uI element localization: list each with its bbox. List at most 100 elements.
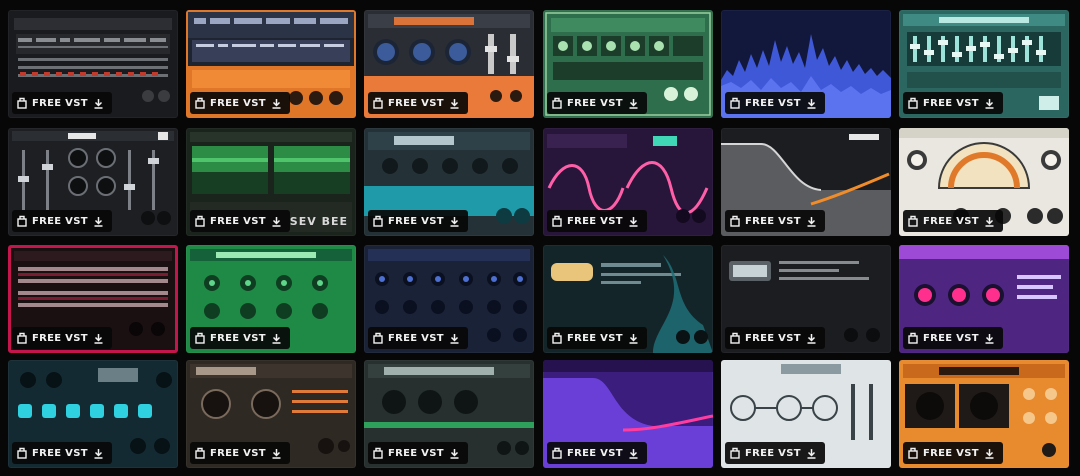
free-vst-badge[interactable]: FREE VST: [903, 327, 1003, 349]
plugin-tile-1[interactable]: FREE VST: [8, 10, 178, 118]
download-icon[interactable]: [93, 333, 104, 344]
badge-label: FREE VST: [32, 447, 88, 459]
free-vst-badge[interactable]: FREE VST: [547, 442, 647, 464]
free-vst-badge[interactable]: FREE VST: [368, 210, 468, 232]
plugin-tile-3[interactable]: FREE VST: [364, 10, 534, 118]
plugin-package-icon: [17, 447, 27, 459]
free-vst-badge[interactable]: FREE VST: [368, 92, 468, 114]
download-icon[interactable]: [806, 216, 817, 227]
download-icon[interactable]: [449, 98, 460, 109]
badge-label: FREE VST: [567, 97, 623, 109]
plugin-package-icon: [908, 332, 918, 344]
download-icon[interactable]: [806, 333, 817, 344]
free-vst-badge[interactable]: FREE VST: [903, 92, 1003, 114]
plugin-tile-17[interactable]: FREE VST: [721, 245, 891, 353]
plugin-package-icon: [195, 97, 205, 109]
download-icon[interactable]: [271, 98, 282, 109]
plugin-tile-12[interactable]: FREE VST: [899, 128, 1069, 236]
plugin-tile-18[interactable]: FREE VST: [899, 245, 1069, 353]
plugin-package-icon: [195, 332, 205, 344]
free-vst-badge[interactable]: FREE VST: [725, 442, 825, 464]
free-vst-badge[interactable]: FREE VST: [547, 92, 647, 114]
tile-caption: SEV BEE: [289, 215, 348, 228]
free-vst-badge[interactable]: FREE VST: [903, 442, 1003, 464]
free-vst-badge[interactable]: FREE VST: [725, 327, 825, 349]
plugin-tile-22[interactable]: FREE VST: [543, 360, 713, 468]
download-icon[interactable]: [449, 333, 460, 344]
plugin-tile-24[interactable]: FREE VST: [899, 360, 1069, 468]
plugin-tile-6[interactable]: FREE VST: [899, 10, 1069, 118]
download-icon[interactable]: [449, 448, 460, 459]
plugin-tile-8[interactable]: FREE VST SEV BEE: [186, 128, 356, 236]
download-icon[interactable]: [628, 98, 639, 109]
plugin-package-icon: [552, 97, 562, 109]
free-vst-badge[interactable]: FREE VST: [547, 327, 647, 349]
free-vst-badge[interactable]: FREE VST: [12, 92, 112, 114]
free-vst-badge[interactable]: FREE VST: [12, 442, 112, 464]
badge-label: FREE VST: [32, 332, 88, 344]
download-icon[interactable]: [93, 216, 104, 227]
plugin-package-icon: [552, 447, 562, 459]
plugin-tile-14[interactable]: FREE VST: [186, 245, 356, 353]
download-icon[interactable]: [984, 98, 995, 109]
plugin-package-icon: [908, 447, 918, 459]
plugin-tile-4[interactable]: FREE VST: [543, 10, 713, 118]
plugin-tile-21[interactable]: FREE VST: [364, 360, 534, 468]
download-icon[interactable]: [271, 448, 282, 459]
badge-label: FREE VST: [388, 332, 444, 344]
download-icon[interactable]: [984, 448, 995, 459]
plugin-tile-15[interactable]: FREE VST: [364, 245, 534, 353]
badge-label: FREE VST: [745, 97, 801, 109]
badge-label: FREE VST: [388, 97, 444, 109]
free-vst-badge[interactable]: FREE VST: [725, 210, 825, 232]
download-icon[interactable]: [806, 448, 817, 459]
download-icon[interactable]: [271, 333, 282, 344]
badge-label: FREE VST: [210, 215, 266, 227]
download-icon[interactable]: [93, 98, 104, 109]
plugin-package-icon: [730, 97, 740, 109]
plugin-tile-2[interactable]: FREE VST: [186, 10, 356, 118]
free-vst-badge[interactable]: FREE VST: [368, 442, 468, 464]
badge-label: FREE VST: [210, 97, 266, 109]
badge-label: FREE VST: [210, 332, 266, 344]
badge-label: FREE VST: [388, 215, 444, 227]
free-vst-badge[interactable]: FREE VST: [190, 92, 290, 114]
plugin-package-icon: [17, 97, 27, 109]
free-vst-badge[interactable]: FREE VST: [368, 327, 468, 349]
plugin-tile-16[interactable]: FREE VST: [543, 245, 713, 353]
free-vst-badge[interactable]: FREE VST: [190, 327, 290, 349]
download-icon[interactable]: [628, 448, 639, 459]
plugin-package-icon: [373, 447, 383, 459]
plugin-tile-10[interactable]: FREE VST: [543, 128, 713, 236]
badge-label: FREE VST: [923, 215, 979, 227]
plugin-tile-20[interactable]: FREE VST: [186, 360, 356, 468]
free-vst-badge[interactable]: FREE VST: [903, 210, 1003, 232]
plugin-tile-7[interactable]: FREE VST: [8, 128, 178, 236]
free-vst-badge[interactable]: FREE VST: [12, 327, 112, 349]
download-icon[interactable]: [984, 333, 995, 344]
free-vst-badge[interactable]: FREE VST: [190, 210, 290, 232]
plugin-tile-9[interactable]: FREE VST: [364, 128, 534, 236]
free-vst-badge[interactable]: FREE VST: [12, 210, 112, 232]
download-icon[interactable]: [806, 98, 817, 109]
download-icon[interactable]: [93, 448, 104, 459]
plugin-tile-11[interactable]: FREE VST: [721, 128, 891, 236]
plugin-package-icon: [730, 332, 740, 344]
download-icon[interactable]: [271, 216, 282, 227]
badge-label: FREE VST: [745, 447, 801, 459]
badge-label: FREE VST: [745, 332, 801, 344]
plugin-tile-13[interactable]: FREE VST: [8, 245, 178, 353]
download-icon[interactable]: [628, 216, 639, 227]
plugin-package-icon: [195, 447, 205, 459]
free-vst-badge[interactable]: FREE VST: [190, 442, 290, 464]
download-icon[interactable]: [984, 216, 995, 227]
plugin-tile-23[interactable]: FREE VST: [721, 360, 891, 468]
plugin-tile-5[interactable]: FREE VST: [721, 10, 891, 118]
free-vst-badge[interactable]: FREE VST: [725, 92, 825, 114]
plugin-package-icon: [373, 97, 383, 109]
plugin-tile-19[interactable]: FREE VST: [8, 360, 178, 468]
free-vst-badge[interactable]: FREE VST: [547, 210, 647, 232]
plugin-package-icon: [730, 215, 740, 227]
download-icon[interactable]: [449, 216, 460, 227]
download-icon[interactable]: [628, 333, 639, 344]
